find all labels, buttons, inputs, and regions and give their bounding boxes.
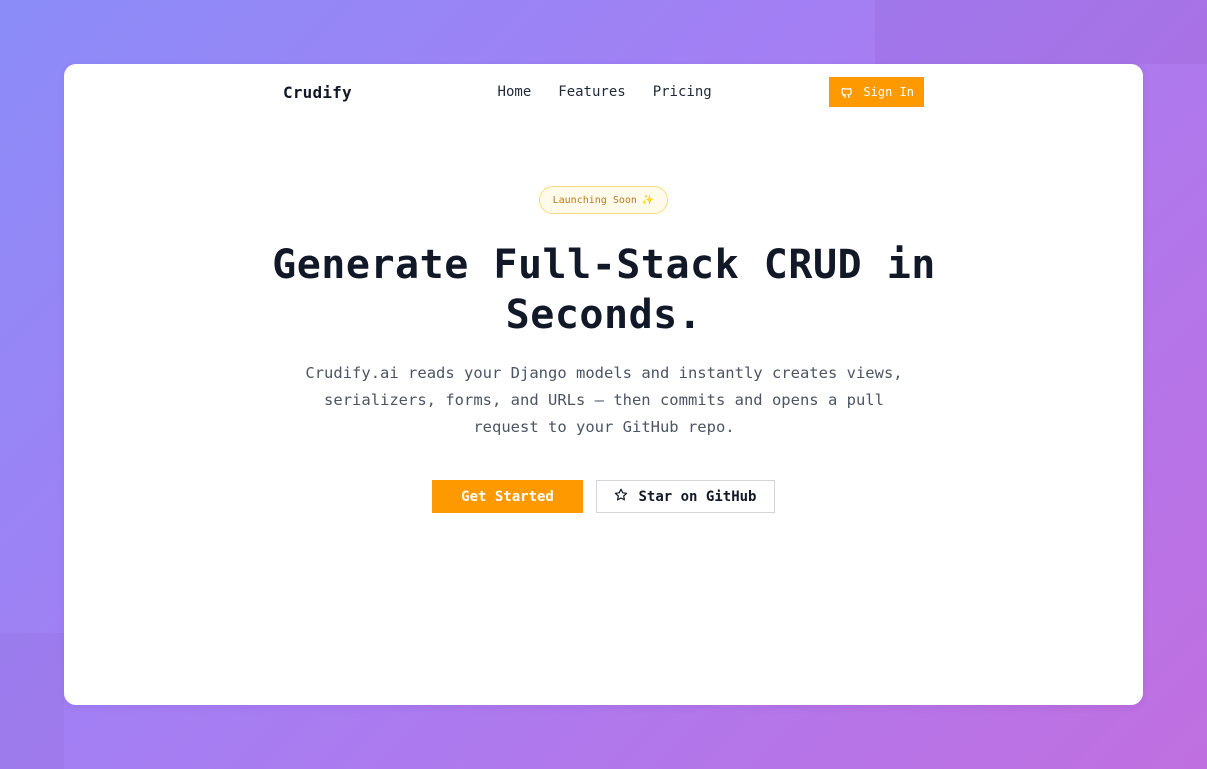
hero-title-line: Seconds. — [505, 292, 703, 338]
background-shade — [0, 633, 64, 769]
launching-soon-badge: Launching Soon ✨ — [539, 186, 668, 214]
logo[interactable]: Crudify — [283, 83, 352, 102]
landing-card: Crudify Home Features Pricing Sign In La… — [64, 64, 1143, 705]
top-navbar: Crudify Home Features Pricing Sign In — [283, 77, 924, 107]
hero-subtitle: Crudify.ai reads your Django models and … — [254, 360, 954, 441]
sign-in-button[interactable]: Sign In — [829, 77, 924, 107]
nav-links: Home Features Pricing — [498, 84, 712, 100]
hero-title: Generate Full-Stack CRUD in Seconds. — [254, 240, 954, 340]
github-icon — [841, 86, 853, 99]
hero-title-line: Generate Full-Stack CRUD in — [272, 242, 936, 288]
nav-link-home[interactable]: Home — [498, 84, 532, 100]
star-on-github-button[interactable]: Star on GitHub — [596, 480, 775, 513]
background-shade — [875, 0, 1207, 64]
star-on-github-label: Star on GitHub — [638, 488, 757, 505]
sparkles-icon: ✨ — [641, 194, 655, 206]
sign-in-label: Sign In — [863, 85, 914, 99]
hero-subtitle-line: request to your GitHub repo. — [473, 418, 735, 436]
badge-label: Launching Soon — [552, 194, 637, 206]
cta-row: Get Started Star on GitHub — [432, 480, 775, 513]
hero-subtitle-line: serializers, forms, and URLs — then comm… — [324, 391, 884, 409]
star-icon — [614, 488, 628, 506]
nav-link-features[interactable]: Features — [558, 84, 625, 100]
hero-subtitle-line: Crudify.ai reads your Django models and … — [305, 364, 903, 382]
nav-link-pricing[interactable]: Pricing — [653, 84, 712, 100]
get-started-button[interactable]: Get Started — [432, 480, 583, 513]
